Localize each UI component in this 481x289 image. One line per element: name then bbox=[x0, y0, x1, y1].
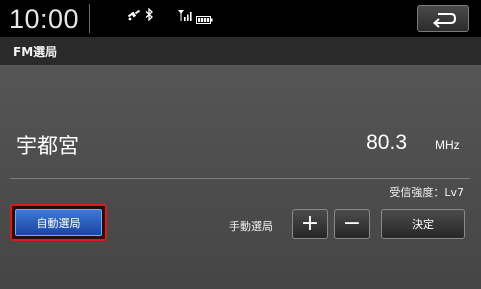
page-title: FM選局 bbox=[13, 45, 58, 59]
auto-tune-button[interactable]: 自動選局 bbox=[15, 209, 102, 236]
manual-tune-label: 手動選局 bbox=[229, 220, 273, 233]
back-arrow-icon bbox=[432, 13, 457, 28]
bluetooth-icon bbox=[145, 6, 154, 25]
signal-icon bbox=[178, 6, 192, 25]
frequency-value: 80.3 bbox=[366, 131, 407, 154]
title-bar: FM選局 bbox=[0, 37, 481, 66]
status-divider bbox=[89, 4, 90, 33]
status-bar: 10:00 bbox=[0, 0, 481, 37]
tune-up-button[interactable]: + bbox=[292, 209, 328, 239]
gps-icon bbox=[127, 6, 141, 25]
clock: 10:00 bbox=[9, 4, 80, 34]
frequency-unit: MHz bbox=[435, 138, 460, 152]
battery-icon bbox=[196, 9, 213, 28]
divider bbox=[10, 178, 470, 179]
signal-strength: 受信強度：Lv7 bbox=[389, 186, 464, 199]
confirm-button[interactable]: 決定 bbox=[381, 209, 465, 239]
tune-down-button[interactable]: − bbox=[334, 209, 370, 239]
auto-tune-focus-frame: 自動選局 bbox=[10, 204, 107, 241]
back-button[interactable] bbox=[417, 5, 469, 32]
tuner-panel: 宇都宮 80.3 MHz 受信強度：Lv7 自動選局 手動選局 + − 決定 bbox=[0, 66, 481, 289]
station-name: 宇都宮 bbox=[16, 134, 79, 158]
